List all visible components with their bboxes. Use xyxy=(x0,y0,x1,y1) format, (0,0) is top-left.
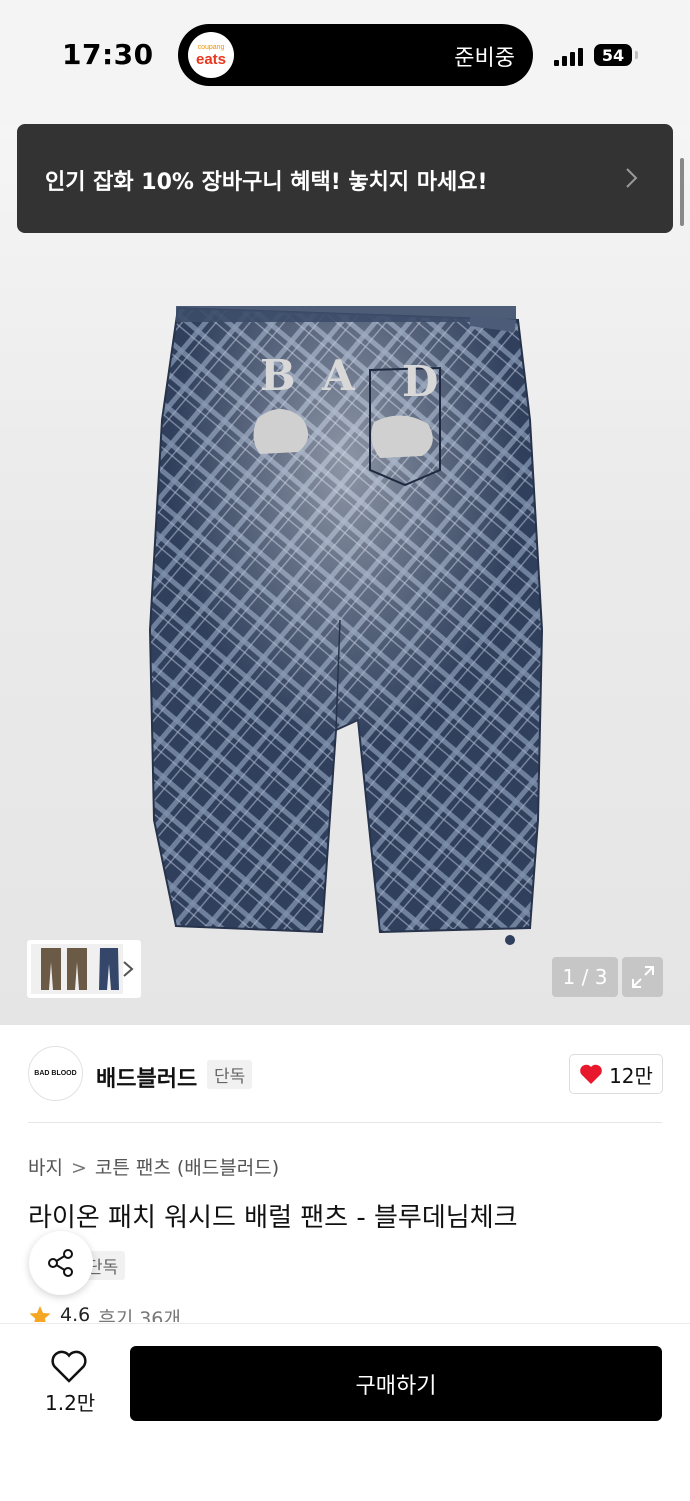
thumbnail-image[interactable] xyxy=(95,944,123,994)
heart-filled-icon xyxy=(580,1064,602,1084)
promo-banner[interactable]: 인기 잡화 10% 장바구니 혜택! 놓치지 마세요! xyxy=(17,124,673,233)
share-button[interactable] xyxy=(29,1231,93,1295)
page-indicator: 1 / 3 xyxy=(552,957,618,997)
brand-name[interactable]: 배드블러드 xyxy=(96,1061,197,1093)
status-time: 17:30 xyxy=(62,38,154,71)
chevron-right-icon xyxy=(123,961,134,977)
cellular-signal-icon xyxy=(554,48,584,66)
divider xyxy=(28,1122,662,1123)
patch-letter: D xyxy=(402,357,438,406)
brand-like-count: 12만 xyxy=(609,1063,653,1088)
battery-tip xyxy=(635,51,638,59)
breadcrumb: 바지 > 코튼 팬츠 (배드블러드) xyxy=(28,1153,279,1180)
breadcrumb-item[interactable]: 코튼 팬츠 (배드블러드) xyxy=(95,1157,279,1179)
island-status-text: 준비중 xyxy=(454,46,515,71)
patch-letter: A xyxy=(321,351,356,400)
share-icon xyxy=(48,1249,73,1277)
bottom-action-bar: 1.2만 구매하기 xyxy=(0,1323,690,1501)
wish-count: 1.2만 xyxy=(45,1391,96,1415)
expand-button[interactable] xyxy=(622,957,663,997)
star-icon xyxy=(29,1306,51,1322)
brand-logo[interactable]: BAD BLOOD xyxy=(28,1046,83,1101)
product-image-pants: B A D xyxy=(148,306,544,945)
brand-exclusive-tag: 단독 xyxy=(207,1060,253,1089)
product-title: 라이온 패치 워시드 배럴 팬츠 - 블루데님체크 xyxy=(28,1203,518,1233)
brand-row: BAD BLOOD 배드블러드 단독 12만 xyxy=(0,1025,690,1122)
promo-text: 인기 잡화 10% 장바구니 혜택! 놓치지 마세요! xyxy=(45,170,488,195)
thumbnail-strip[interactable] xyxy=(27,940,141,998)
dynamic-island[interactable]: coupang eats 준비중 xyxy=(178,24,533,86)
thumbnail-image[interactable] xyxy=(31,944,95,994)
patch-letter: B xyxy=(260,351,296,400)
chevron-right-icon xyxy=(626,168,638,188)
rating-row[interactable]: 4.6 후기 36개 xyxy=(28,1304,181,1322)
brand-like-button[interactable]: 12만 xyxy=(569,1054,663,1094)
status-bar: 17:30 coupang eats 준비중 54 xyxy=(0,0,690,125)
battery-icon: 54 xyxy=(594,44,632,66)
breadcrumb-separator-icon: > xyxy=(70,1157,87,1179)
review-count[interactable]: 후기 36개 xyxy=(98,1304,181,1322)
rating-value: 4.6 xyxy=(60,1304,91,1322)
buy-button[interactable]: 구매하기 xyxy=(130,1346,662,1421)
breadcrumb-item[interactable]: 바지 xyxy=(28,1157,63,1179)
scroll-indicator[interactable] xyxy=(680,158,684,226)
logo-big-text: eats xyxy=(195,50,227,68)
coupang-eats-logo: coupang eats xyxy=(188,32,234,78)
expand-icon xyxy=(631,966,654,988)
heart-outline-icon[interactable] xyxy=(50,1350,88,1384)
